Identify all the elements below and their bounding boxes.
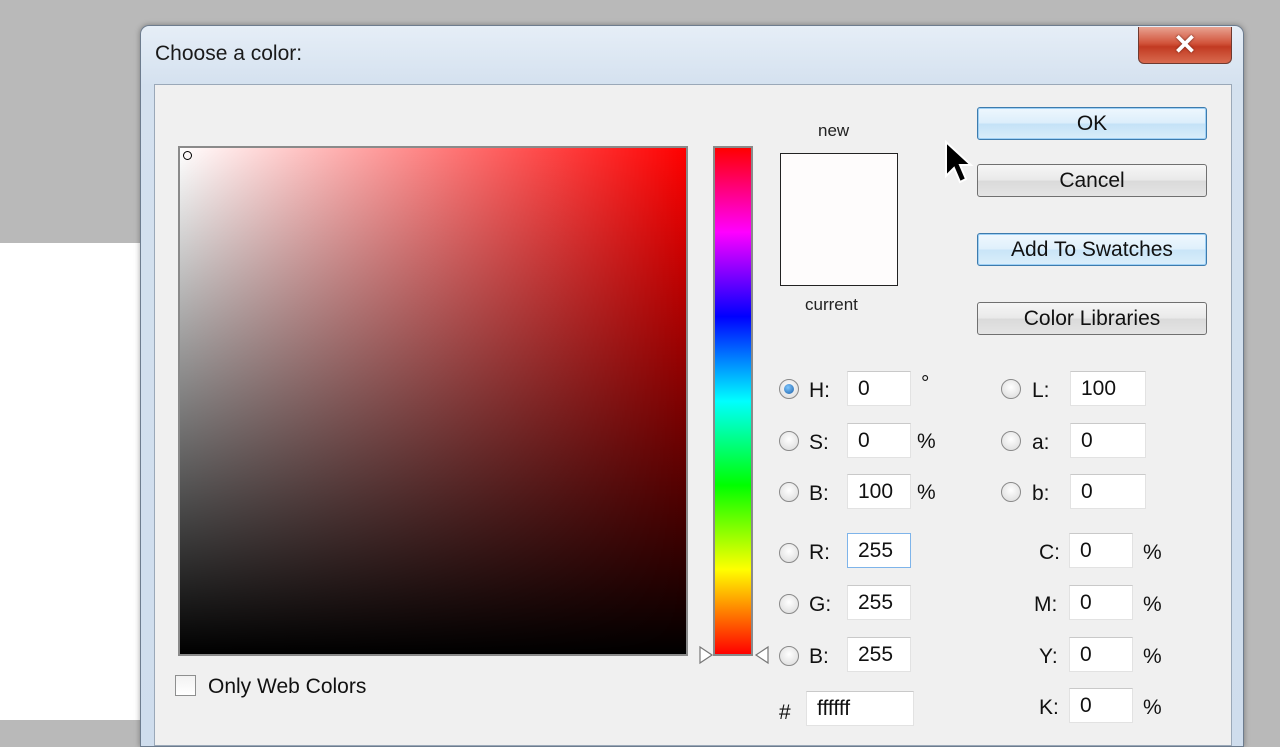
s-label: S: bbox=[809, 431, 829, 454]
dialog-client-area: new current OK Cancel Add To Swatches Co… bbox=[154, 84, 1232, 746]
c-unit: % bbox=[1143, 541, 1162, 564]
lab-b-field[interactable] bbox=[1070, 474, 1146, 509]
m-unit: % bbox=[1143, 593, 1162, 616]
radio-h[interactable] bbox=[779, 379, 799, 399]
hex-label: # bbox=[779, 701, 791, 724]
c-label: C: bbox=[1039, 541, 1060, 564]
y-field[interactable] bbox=[1069, 637, 1133, 672]
dialog-title: Choose a color: bbox=[155, 42, 303, 65]
b-label: B: bbox=[809, 482, 829, 505]
radio-rgb-b[interactable] bbox=[779, 646, 799, 666]
r-label: R: bbox=[809, 541, 830, 564]
close-button[interactable]: ✕ bbox=[1138, 27, 1232, 64]
only-web-colors-checkbox[interactable] bbox=[175, 675, 196, 696]
radio-lab-b[interactable] bbox=[1001, 482, 1021, 502]
y-unit: % bbox=[1143, 645, 1162, 668]
radio-a[interactable] bbox=[1001, 431, 1021, 451]
color-libraries-button[interactable]: Color Libraries bbox=[977, 302, 1207, 335]
cancel-button[interactable]: Cancel bbox=[977, 164, 1207, 197]
a-label: a: bbox=[1032, 431, 1050, 454]
hue-slider-left-arrow-icon[interactable] bbox=[698, 645, 714, 665]
m-field[interactable] bbox=[1069, 585, 1133, 620]
h-unit: ° bbox=[921, 372, 930, 395]
c-field[interactable] bbox=[1069, 533, 1133, 568]
k-unit: % bbox=[1143, 696, 1162, 719]
close-icon: ✕ bbox=[1173, 29, 1197, 60]
rgb-b-label: B: bbox=[809, 645, 829, 668]
hex-field[interactable] bbox=[806, 691, 914, 726]
g-label: G: bbox=[809, 593, 832, 616]
y-label: Y: bbox=[1039, 645, 1058, 668]
rgb-b-field[interactable] bbox=[847, 637, 911, 672]
h-label: H: bbox=[809, 379, 830, 402]
r-field[interactable] bbox=[847, 533, 911, 568]
b-field[interactable] bbox=[847, 474, 911, 509]
radio-r[interactable] bbox=[779, 543, 799, 563]
ok-button[interactable]: OK bbox=[977, 107, 1207, 140]
color-picker-marker[interactable] bbox=[183, 151, 192, 160]
background-document bbox=[0, 243, 160, 720]
color-preview-swatch bbox=[780, 153, 898, 286]
color-picker-dialog: Choose a color: ✕ new current OK Cancel … bbox=[140, 25, 1244, 747]
g-field[interactable] bbox=[847, 585, 911, 620]
radio-s[interactable] bbox=[779, 431, 799, 451]
l-label: L: bbox=[1032, 379, 1050, 402]
s-unit: % bbox=[917, 430, 936, 453]
a-field[interactable] bbox=[1070, 423, 1146, 458]
k-label: K: bbox=[1039, 696, 1059, 719]
k-field[interactable] bbox=[1069, 688, 1133, 723]
s-field[interactable] bbox=[847, 423, 911, 458]
current-color-label: current bbox=[805, 295, 858, 314]
l-field[interactable] bbox=[1070, 371, 1146, 406]
only-web-colors-label: Only Web Colors bbox=[208, 675, 367, 698]
saturation-brightness-field[interactable] bbox=[178, 146, 688, 656]
radio-b[interactable] bbox=[779, 482, 799, 502]
add-to-swatches-button[interactable]: Add To Swatches bbox=[977, 233, 1207, 266]
radio-l[interactable] bbox=[1001, 379, 1021, 399]
hue-slider-right-arrow-icon[interactable] bbox=[754, 645, 770, 665]
hue-slider[interactable] bbox=[713, 146, 753, 656]
m-label: M: bbox=[1034, 593, 1058, 616]
new-color-label: new bbox=[818, 121, 850, 140]
radio-g[interactable] bbox=[779, 594, 799, 614]
b-unit: % bbox=[917, 481, 936, 504]
h-field[interactable] bbox=[847, 371, 911, 406]
lab-b-label: b: bbox=[1032, 482, 1050, 505]
